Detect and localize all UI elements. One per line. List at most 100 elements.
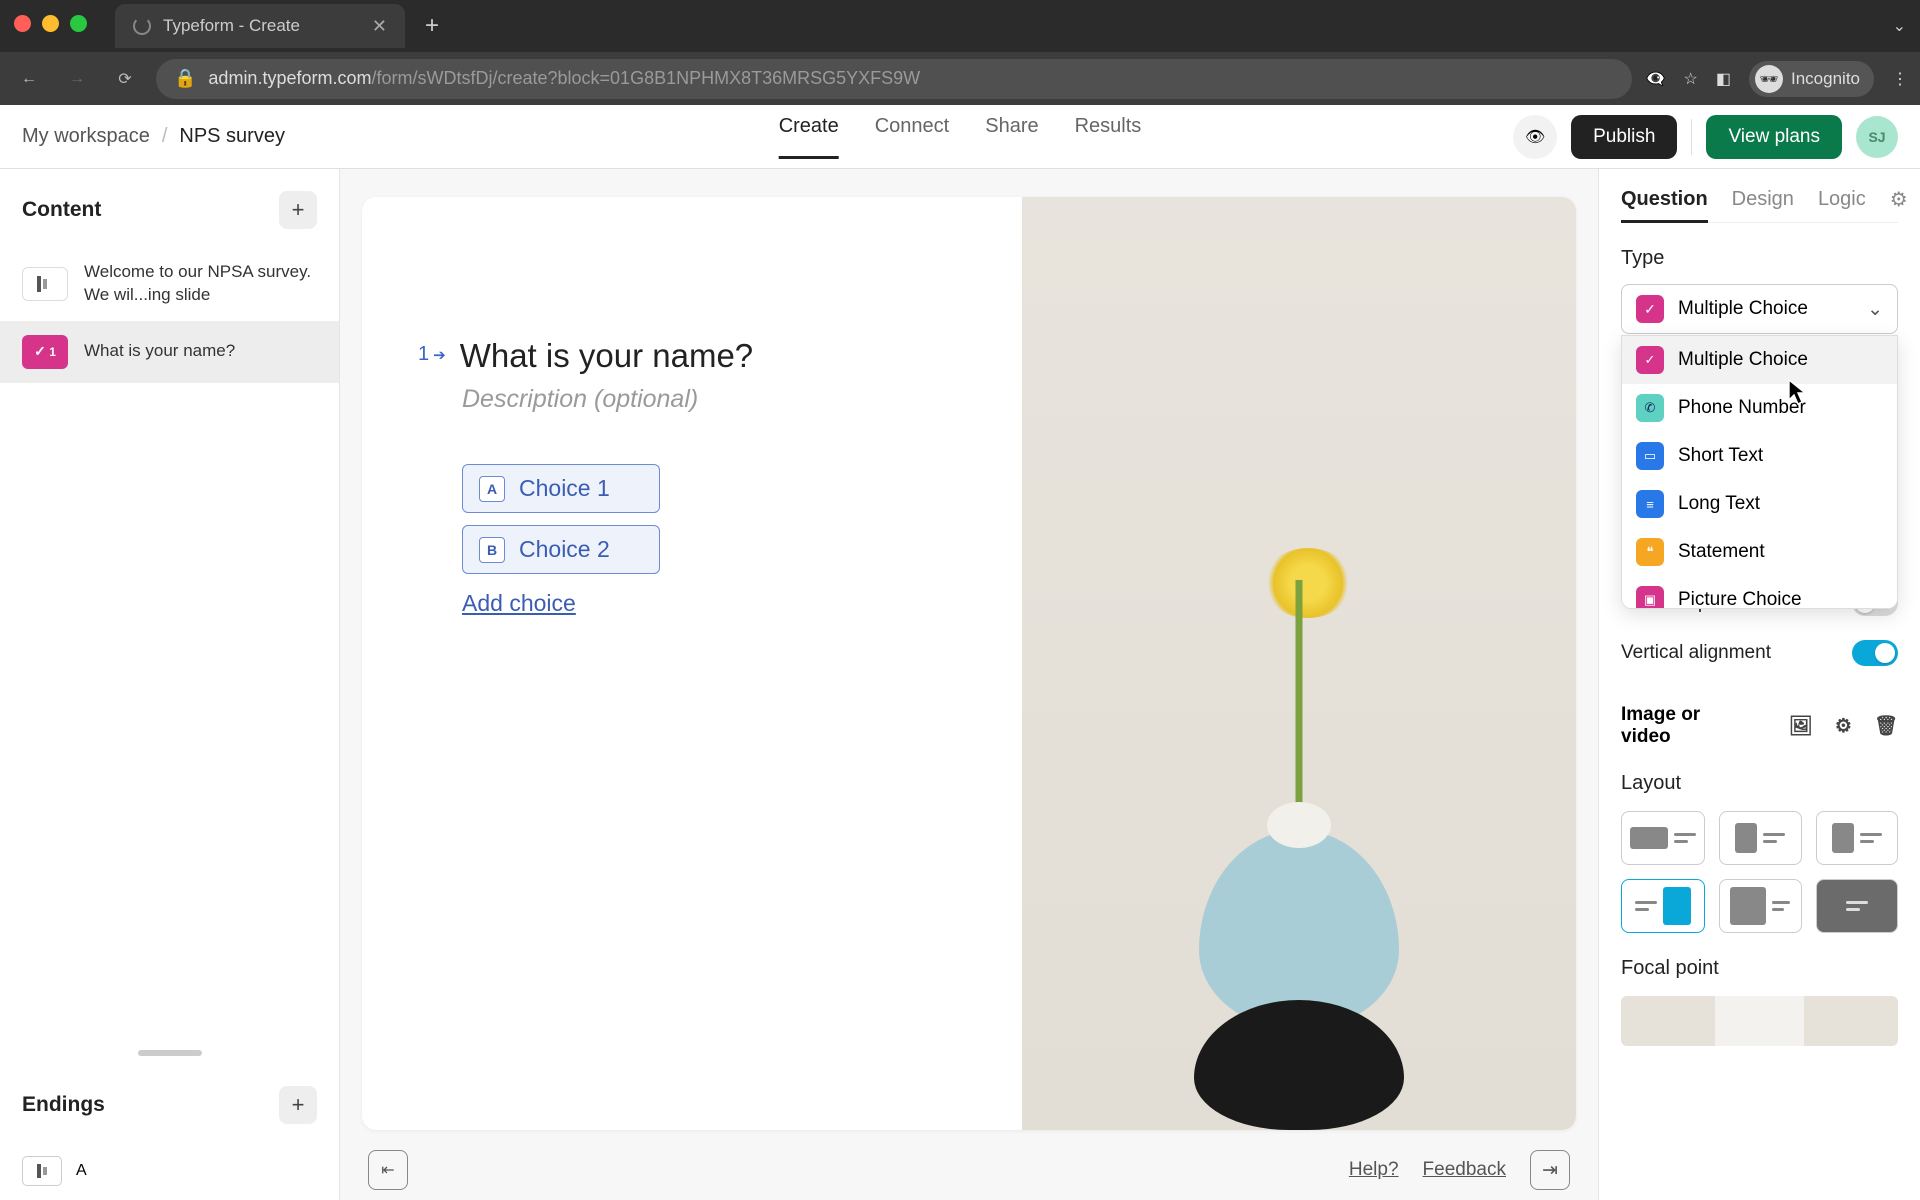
layout-option-4[interactable] [1621,879,1705,933]
type-option-picture-choice[interactable]: ▣ Picture Choice [1622,576,1897,609]
breadcrumb-form-name[interactable]: NPS survey [179,125,285,148]
layout-option-5[interactable] [1719,879,1802,933]
image-or-video-row: Image or video 🖼 ⚙ 🗑 [1621,704,1898,748]
content-item-question-1[interactable]: ✓ 1 What is your name? [0,321,339,383]
image-icon[interactable]: 🖼 [1789,714,1813,738]
decorative-image [1159,530,1439,1130]
chevron-down-icon: ⌄ [1867,298,1883,321]
vertical-alignment-toggle[interactable] [1852,640,1898,666]
main: Content + Welcome to our NPSA survey. We… [0,169,1920,1200]
preview-button[interactable]: 👁 [1513,115,1557,159]
choice-label: Choice 1 [519,475,610,502]
breadcrumb-workspace[interactable]: My workspace [22,125,150,148]
bookmark-icon[interactable]: ☆ [1684,69,1698,89]
add-content-button[interactable]: + [279,191,317,229]
add-ending-button[interactable]: + [279,1086,317,1124]
ending-thumb-icon [22,1156,62,1186]
question-image-panel[interactable] [1022,197,1576,1130]
question-number-value: 1 [418,343,429,366]
window-close-icon[interactable] [14,15,31,32]
trash-icon[interactable]: 🗑 [1874,714,1898,738]
image-icon: ▣ [1636,586,1664,609]
avatar[interactable]: SJ [1856,116,1898,158]
tabs-dropdown-icon[interactable]: ⌄ [1893,16,1906,36]
tab-share[interactable]: Share [985,115,1038,159]
layout-option-6[interactable] [1816,879,1899,933]
sidebar-right: Question Design Logic ⚙ Type ✓ Multiple … [1598,169,1920,1200]
type-option-phone-number[interactable]: ✆ Phone Number [1622,384,1897,432]
back-button[interactable]: ← [12,70,46,88]
collapse-left-button[interactable]: ⇤ [368,1150,408,1190]
tab-title: Typeform - Create [163,16,300,36]
breadcrumb-separator: / [162,125,168,148]
spinner-icon [133,17,151,35]
question-number: 1 ➔ [418,337,446,366]
sliders-icon[interactable]: ⚙ [1835,715,1852,738]
endings-heading: Endings [22,1093,105,1117]
reload-button[interactable]: ⟳ [108,69,142,89]
window-controls[interactable] [14,15,87,32]
ending-item[interactable]: A [0,1142,339,1200]
window-minimize-icon[interactable] [42,15,59,32]
feedback-link[interactable]: Feedback [1423,1159,1506,1181]
multiple-choice-icon: ✓ 1 [22,335,68,369]
view-plans-button[interactable]: View plans [1706,115,1842,159]
tab-create[interactable]: Create [779,115,839,159]
focal-point-preview[interactable] [1621,996,1898,1046]
short-text-icon: ▭ [1636,442,1664,470]
gear-icon[interactable]: ⚙ [1890,187,1908,212]
type-option-multiple-choice[interactable]: ✓ Multiple Choice [1622,336,1897,384]
image-or-video-label: Image or video [1621,704,1745,748]
new-tab-button[interactable]: + [415,12,449,40]
settings-tabs: Question Design Logic ⚙ [1621,187,1898,223]
url-input[interactable]: 🔒 admin.typeform.com/form/sWDtsfDj/creat… [156,59,1632,99]
tab-design[interactable]: Design [1732,188,1794,211]
resize-handle[interactable] [138,1050,202,1056]
publish-button[interactable]: Publish [1571,115,1677,159]
window-zoom-icon[interactable] [70,15,87,32]
welcome-slide-icon [22,267,68,301]
type-option-label: Multiple Choice [1678,349,1808,371]
tab-connect[interactable]: Connect [875,115,950,159]
add-choice-link[interactable]: Add choice [462,590,972,617]
type-option-label: Phone Number [1678,397,1806,419]
tab-logic[interactable]: Logic [1818,188,1866,211]
close-tab-icon[interactable]: ✕ [372,16,387,37]
choices-list: A Choice 1 B Choice 2 Add choice [462,464,972,617]
tab-question[interactable]: Question [1621,188,1708,223]
type-option-long-text[interactable]: ≡ Long Text [1622,480,1897,528]
check-icon: ✓ [1636,295,1664,323]
question-description-input[interactable]: Description (optional) [462,385,972,414]
layout-option-1[interactable] [1621,811,1705,865]
content-item-welcome[interactable]: Welcome to our NPSA survey. We wil...ing… [0,247,339,321]
choice-a[interactable]: A Choice 1 [462,464,660,513]
type-option-label: Statement [1678,541,1765,563]
type-selected-value: Multiple Choice [1678,298,1808,320]
choice-b[interactable]: B Choice 2 [462,525,660,574]
panel-icon[interactable]: ◧ [1716,69,1731,89]
canvas-footer: ⇤ Help? Feedback ⇥ [340,1140,1598,1200]
tab-bar: Typeform - Create ✕ + ⌄ [0,0,1920,52]
lock-icon: 🔒 [174,68,196,89]
header-tabs: Create Connect Share Results [779,115,1142,159]
tab-results[interactable]: Results [1075,115,1142,159]
help-link[interactable]: Help? [1349,1159,1399,1181]
type-option-statement[interactable]: ❝ Statement [1622,528,1897,576]
question-title-input[interactable]: What is your name? [460,337,753,375]
collapse-right-button[interactable]: ⇥ [1530,1150,1570,1190]
incognito-indicator[interactable]: 🕶 Incognito [1749,61,1874,97]
long-text-icon: ≡ [1636,490,1664,518]
layout-option-2[interactable] [1719,811,1802,865]
layout-label: Layout [1621,772,1898,795]
eye-off-icon[interactable]: 👁️‍🗨️ [1646,69,1666,89]
layout-option-3[interactable] [1816,811,1899,865]
canvas: 1 ➔ What is your name? Description (opti… [362,197,1576,1130]
browser-tab[interactable]: Typeform - Create ✕ [115,4,405,48]
content-heading: Content [22,198,101,222]
type-select[interactable]: ✓ Multiple Choice ⌄ ✓ Multiple Choice ✆ … [1621,284,1898,334]
content-item-badge: 1 [49,345,56,359]
kebab-menu-icon[interactable]: ⋮ [1892,69,1908,89]
browser-chrome: Typeform - Create ✕ + ⌄ ← → ⟳ 🔒 admin.ty… [0,0,1920,105]
layout-options [1621,811,1898,933]
type-option-short-text[interactable]: ▭ Short Text [1622,432,1897,480]
